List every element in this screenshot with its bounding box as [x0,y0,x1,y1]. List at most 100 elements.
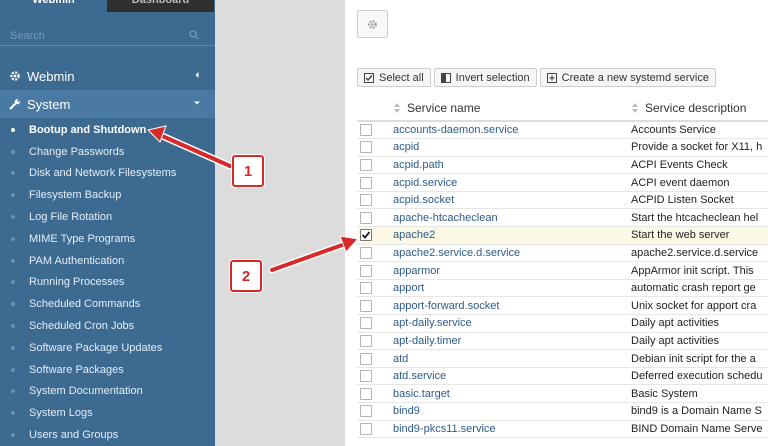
service-link[interactable]: apport-forward.socket [393,300,499,312]
sidebar-search [0,26,215,62]
service-link[interactable]: apache-htcacheclean [393,212,498,224]
sidebar-item-label: Users and Groups [29,429,119,442]
row-checkbox[interactable] [360,405,372,418]
table-row[interactable]: apache-htcacheclean Start the htcacheclea… [357,208,768,228]
sidebar-item-log-file-rotation[interactable]: Log File Rotation [0,206,215,228]
service-link[interactable]: acpid.socket [393,194,454,206]
row-checkbox[interactable] [360,317,372,330]
sidebar-item-change-passwords[interactable]: Change Passwords [0,141,215,163]
table-row[interactable]: apport-forward.socket Unix socket for app… [357,296,768,316]
table-row[interactable]: apt-daily.service Daily apt activities [357,314,768,333]
sidebar-item-system-logs[interactable]: System Logs [0,402,215,424]
service-description-cell: automatic crash report ge [631,279,768,298]
tab-dashboard[interactable]: Dashboard [107,0,214,12]
service-link[interactable]: acpid.service [393,177,457,189]
row-checkbox-cell [357,384,393,403]
row-checkbox[interactable] [360,158,372,171]
invert-selection-button[interactable]: Invert selection [433,68,537,87]
table-row[interactable]: bind9-pkcs11.service BIND Domain Name Ser… [357,420,768,439]
sidebar-item-scheduled-cron-jobs[interactable]: Scheduled Cron Jobs [0,315,215,337]
service-description-cell: bind9 is a Domain Name S [631,402,768,421]
service-link[interactable]: apport [393,282,424,294]
table-row[interactable]: apparmor AppArmor init script. This [357,261,768,280]
service-link[interactable]: acpid [393,141,419,153]
select-all-label: Select all [379,71,424,84]
bullet-icon [11,389,15,394]
row-checkbox[interactable] [360,141,372,154]
table-row[interactable]: bind9 bind9 is a Domain Name S [357,402,768,421]
sidebar-item-software-package-updates[interactable]: Software Package Updates [0,337,215,359]
row-checkbox-cell [357,244,393,263]
sidebar-item-filesystem-backup[interactable]: Filesystem Backup [0,184,215,206]
service-link[interactable]: accounts-daemon.service [393,124,518,136]
table-row[interactable]: accounts-daemon.service Accounts Service [357,121,768,140]
table-row[interactable]: acpid.socket ACPID Listen Socket [357,191,768,210]
row-checkbox-cell [357,279,393,298]
service-link[interactable]: bind9-pkcs11.service [393,423,496,435]
sidebar-item-mime-type-programs[interactable]: MIME Type Programs [0,228,215,250]
create-service-button[interactable]: Create a new systemd service [539,68,716,87]
row-checkbox[interactable] [360,229,372,242]
row-checkbox[interactable] [360,211,372,224]
service-description-cell: Debian init script for the a [631,349,768,368]
service-link[interactable]: apache2 [393,229,435,241]
row-checkbox[interactable] [360,299,372,312]
sidebar-item-bootup-and-shutdown[interactable]: Bootup and Shutdown [0,119,215,141]
row-checkbox-cell [357,349,393,368]
category-label: System [27,96,71,112]
category-webmin[interactable]: Webmin [0,62,215,90]
row-checkbox[interactable] [360,370,372,383]
service-link[interactable]: bind9 [393,405,420,417]
sidebar-item-users-and-groups[interactable]: Users and Groups [0,424,215,446]
row-checkbox[interactable] [360,124,372,137]
sidebar-item-running-processes[interactable]: Running Processes [0,272,215,294]
service-link[interactable]: apache2.service.d.service [393,247,520,259]
row-checkbox[interactable] [360,246,372,259]
search-icon[interactable] [189,30,199,40]
category-system[interactable]: System [0,90,215,118]
table-row[interactable]: acpid.path ACPI Events Check [357,156,768,175]
services-table: Service name Service description account… [357,95,768,439]
service-description-cell: Provide a socket for X11, h [631,138,768,157]
row-checkbox[interactable] [360,387,372,400]
sidebar-item-label: MIME Type Programs [29,232,136,245]
sidebar-item-scheduled-commands[interactable]: Scheduled Commands [0,293,215,315]
sidebar-item-software-packages[interactable]: Software Packages [0,359,215,381]
table-row[interactable]: apt-daily.timer Daily apt activities [357,332,768,351]
row-checkbox[interactable] [360,176,372,189]
table-row[interactable]: basic.target Basic System [357,384,768,403]
search-input[interactable] [0,26,215,46]
service-link[interactable]: apparmor [393,265,440,277]
service-name-cell: apport [393,279,631,298]
service-link[interactable]: atd [393,353,408,365]
sort-icon [394,103,400,114]
header-service-name[interactable]: Service name [393,95,631,122]
row-checkbox[interactable] [360,352,372,365]
sidebar-item-system-documentation[interactable]: System Documentation [0,381,215,403]
module-config-button[interactable] [357,10,388,38]
sidebar-item-pam-authentication[interactable]: PAM Authentication [0,250,215,272]
row-checkbox[interactable] [360,422,372,435]
row-checkbox[interactable] [360,334,372,347]
service-link[interactable]: apt-daily.service [393,317,472,329]
table-row[interactable]: apache2.service.d.service apache2.service… [357,244,768,263]
row-checkbox[interactable] [360,282,372,295]
service-link[interactable]: apt-daily.timer [393,335,461,347]
table-row[interactable]: acpid Provide a socket for X11, h [357,138,768,157]
service-link[interactable]: atd.service [393,370,446,382]
tab-webmin[interactable]: Webmin [0,0,107,12]
select-all-button[interactable]: Select all [357,68,431,87]
row-checkbox[interactable] [360,194,372,207]
table-row[interactable]: apport automatic crash report ge [357,279,768,298]
header-service-description[interactable]: Service description [631,95,768,122]
row-checkbox[interactable] [360,264,372,277]
table-row[interactable]: apache2 Start the web server [357,226,768,245]
sidebar-item-disk-and-network-filesystems[interactable]: Disk and Network Filesystems [0,163,215,185]
service-name-cell: apt-daily.service [393,314,631,333]
table-row[interactable]: acpid.service ACPI event daemon [357,173,768,192]
service-link[interactable]: acpid.path [393,159,444,171]
service-link[interactable]: basic.target [393,388,450,400]
table-row[interactable]: atd Debian init script for the a [357,349,768,368]
table-row[interactable]: atd.service Deferred execution schedu [357,367,768,386]
service-description-cell: ACPI Events Check [631,156,768,175]
